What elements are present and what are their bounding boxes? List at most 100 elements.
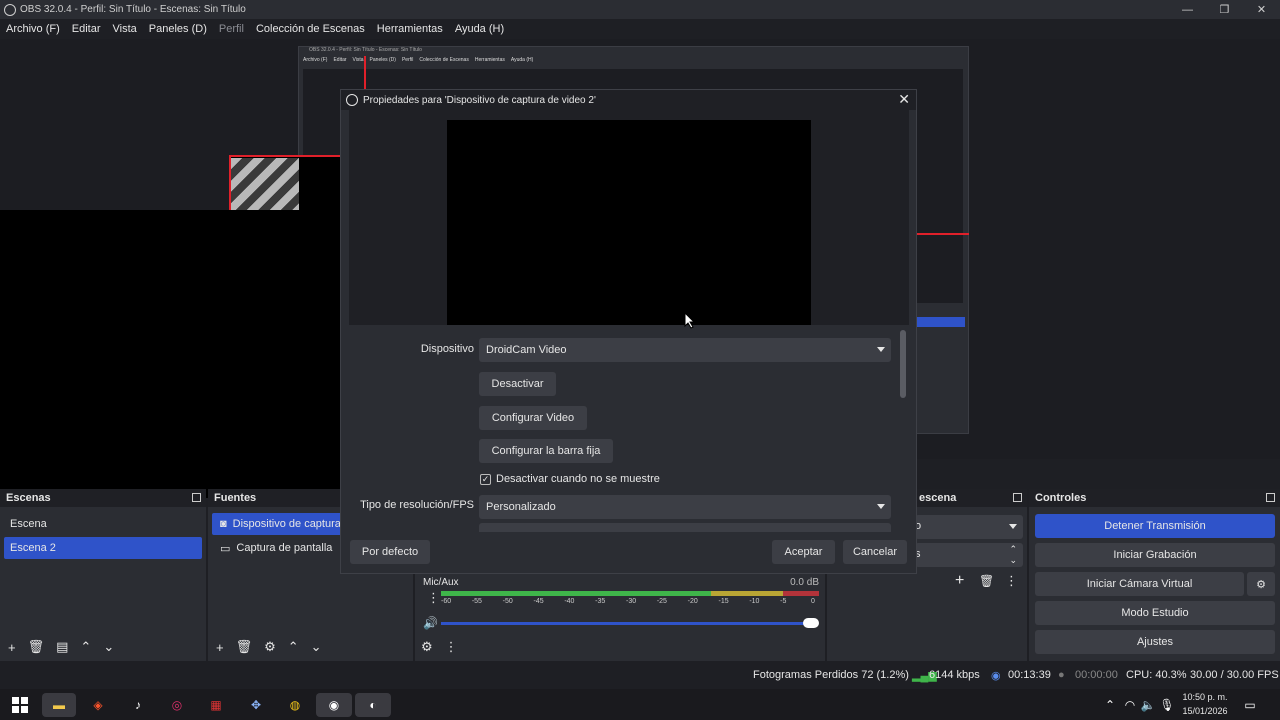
notifications-icon[interactable]: ▭ [1238,693,1262,717]
add-transition-icon[interactable]: + [955,572,964,590]
form-scrollbar[interactable] [900,330,906,398]
controls-title: Controles [1035,492,1087,504]
meter-scale-label: -15 [718,598,729,605]
undock-icon[interactable] [1266,493,1275,502]
resolution-select[interactable]: Personalizado [479,495,891,519]
meter-scale-label: -10 [749,598,760,605]
stream-time: 00:13:39 [1008,669,1051,681]
meter-scale-label: -45 [533,598,544,605]
meter-scale-label: -20 [687,598,698,605]
remove-transition-icon[interactable]: 🗑 [979,574,994,588]
selection-outline [915,233,969,235]
menu-bar: Archivo (F) Editar Vista Paneles (D) Per… [0,19,1280,39]
advanced-audio-icon[interactable]: ⚙ [421,639,433,655]
configure-crossbar-button[interactable]: Configurar la barra fija [479,439,613,463]
resolution-field[interactable] [479,523,891,532]
cancel-button[interactable]: Cancelar [843,540,907,564]
maximize-button[interactable]: ❐ [1206,0,1243,19]
instagram-icon[interactable]: ◎ [165,693,189,717]
meter-red [783,591,819,596]
kebab-icon[interactable]: ⋮ [427,590,440,606]
mixer-menu-icon[interactable]: ⋮ [445,639,458,655]
menu-edit[interactable]: Editar [72,23,101,35]
volume-slider-handle[interactable] [803,618,819,628]
gear-icon[interactable]: ⚙ [264,639,276,655]
stream-icon: ◉ [991,670,1001,682]
transition-menu-icon[interactable]: ⋮ [1005,573,1018,589]
menu-profile[interactable]: Perfil [219,23,244,35]
nested-menu-item: Editar [333,57,347,63]
properties-dialog: Propiedades para 'Dispositivo de captura… [340,89,917,574]
mixer-track-name: Mic/Aux [423,577,459,588]
windows-start-icon[interactable] [8,693,32,717]
defaults-button[interactable]: Por defecto [350,540,430,564]
speaker-icon[interactable]: 🔊 [423,616,438,630]
device-label: Dispositivo [420,343,474,355]
clock-time[interactable]: 10:50 p. m. [1180,692,1230,702]
chevron-down-icon [877,504,885,509]
transition-select[interactable]: o [915,515,1023,539]
brave-browser-icon[interactable]: ◈ [86,693,110,717]
scenes-dock: Escenas Escena Escena 2 + 🗑 ▤ ⌃ ⌄ [0,489,206,661]
move-up-icon[interactable]: ⌃ [80,639,91,655]
file-explorer-icon[interactable]: ▬ [42,693,76,717]
menu-help[interactable]: Ayuda (H) [455,23,504,35]
title-bar: OBS 32.0.4 - Perfil: Sin Título - Escena… [0,0,1280,19]
close-icon[interactable]: ✕ [898,91,910,108]
dialog-preview-video [447,120,811,325]
obs-taskbar-icon[interactable]: ◐ [355,693,391,717]
bitrate: 6144 kbps [929,669,980,681]
volume-slider[interactable] [441,622,811,625]
nested-menu-item: Paneles (D) [369,57,396,63]
meter-scale-label: 0 [811,598,815,605]
move-down-icon[interactable]: ⌄ [311,639,322,655]
accept-button[interactable]: Aceptar [772,540,835,564]
studio-mode-button[interactable]: Modo Estudio [1035,601,1275,625]
undock-icon[interactable] [1013,493,1022,502]
droidcam-icon[interactable]: ◉ [316,693,352,717]
clock-date[interactable]: 15/01/2026 [1180,706,1230,716]
filters-icon[interactable]: ▤ [56,639,68,655]
scene-item-label: Escena [10,518,47,530]
add-source-icon[interactable]: + [216,640,224,655]
scene-item[interactable]: Escena [4,513,202,535]
nested-right-panels [915,303,967,431]
virtual-camera-gear-icon[interactable]: ⚙ [1247,572,1275,596]
close-window-button[interactable]: ✕ [1243,0,1280,19]
app-icon[interactable]: ◍ [283,693,307,717]
app-icon[interactable]: ✥ [244,693,268,717]
move-up-icon[interactable]: ⌃ [288,639,299,655]
controls-dock-header: Controles [1029,489,1280,507]
dialog-title: Propiedades para 'Dispositivo de captura… [363,94,596,106]
start-virtual-camera-button[interactable]: Iniciar Cámara Virtual [1035,572,1244,596]
menu-file[interactable]: Archivo (F) [6,23,60,35]
settings-button[interactable]: Ajustes [1035,630,1275,654]
deactivate-button[interactable]: Desactivar [479,372,556,396]
configure-video-button[interactable]: Configurar Video [479,406,587,430]
monitor-icon: ▭ [220,542,231,555]
menu-scene-collection[interactable]: Colección de Escenas [256,23,365,35]
game-icon[interactable]: ▦ [204,693,228,717]
remove-source-icon[interactable]: 🗑 [236,639,253,655]
device-select[interactable]: DroidCam Video [479,338,891,362]
remove-scene-icon[interactable]: 🗑 [28,639,45,655]
add-scene-icon[interactable]: + [8,640,16,655]
microphone-icon[interactable]: 🎙 [1155,693,1179,717]
dropped-frames: Fotogramas Perdidos 72 (1.2%) [753,669,909,681]
scene-item[interactable]: Escena 2 [4,537,202,559]
undock-icon[interactable] [192,493,201,502]
nested-menu-item: Herramientas [474,57,505,63]
deactivate-when-hidden-checkbox[interactable]: ✓ [480,474,491,485]
nested-menu-item: Perfil [401,57,414,63]
meter-scale-label: -25 [656,598,667,605]
video-source-black [0,210,384,498]
menu-tools[interactable]: Herramientas [377,23,443,35]
minimize-button[interactable]: — [1169,0,1206,19]
stop-streaming-button[interactable]: Detener Transmisión [1035,514,1275,538]
menu-view[interactable]: Vista [113,23,137,35]
move-down-icon[interactable]: ⌄ [103,639,114,655]
menu-docks[interactable]: Paneles (D) [149,23,207,35]
duration-spinbox[interactable]: s ⌃ ⌄ [915,543,1023,567]
start-recording-button[interactable]: Iniciar Grabación [1035,543,1275,567]
tiktok-icon[interactable]: ♪ [126,693,150,717]
